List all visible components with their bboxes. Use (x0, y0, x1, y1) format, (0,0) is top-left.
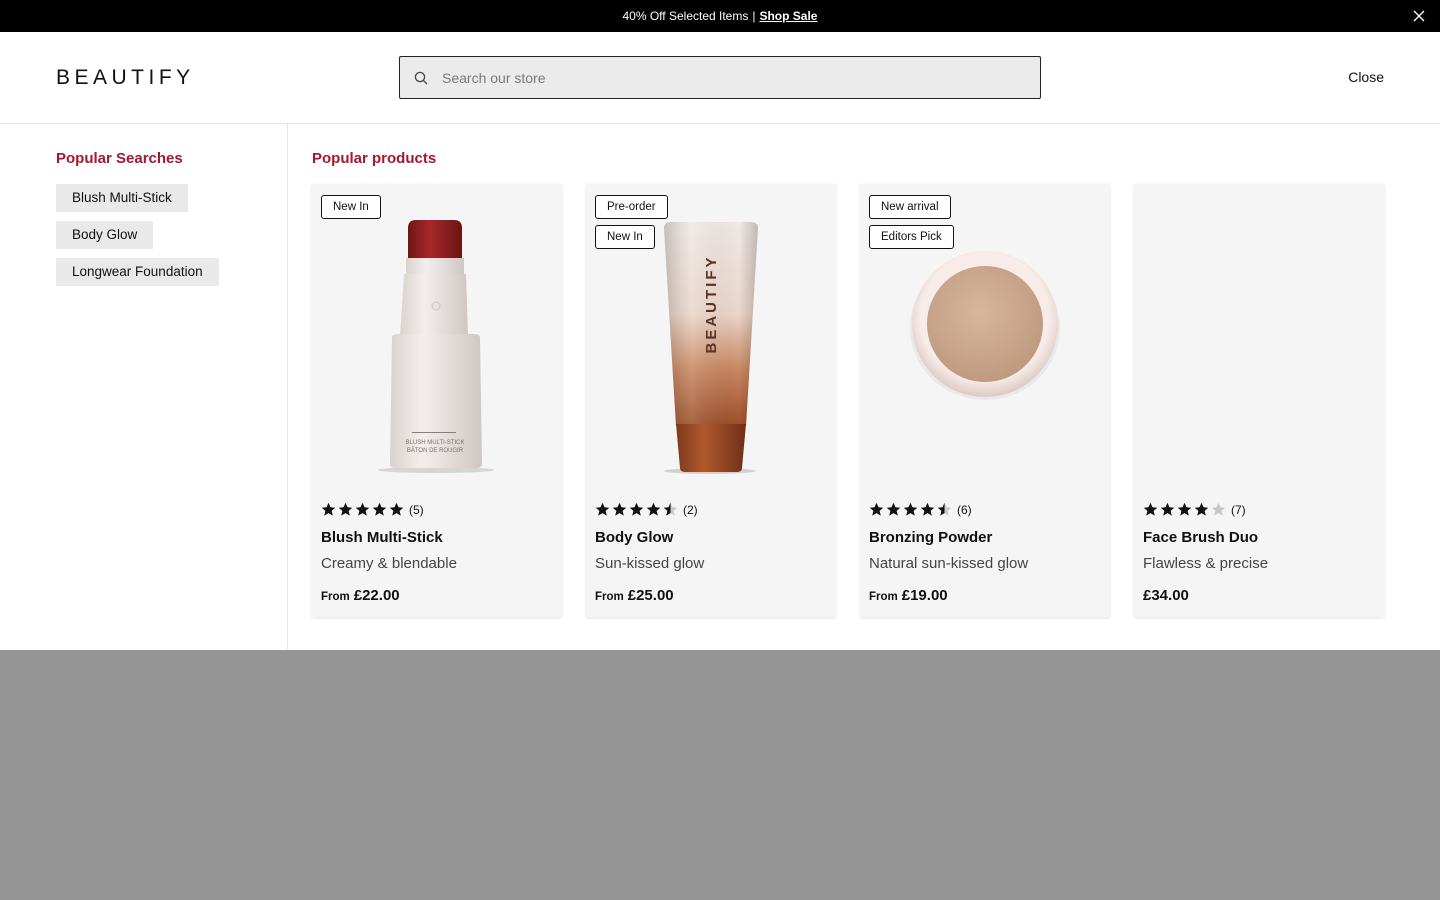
star-icon (338, 502, 353, 516)
search-chip[interactable]: Longwear Foundation (56, 258, 219, 286)
price-value: £25.00 (627, 587, 674, 604)
product-badge: Editors Pick (869, 225, 954, 249)
product-price: £34.00 (1143, 587, 1189, 604)
star-icon (903, 502, 918, 516)
star-icon (886, 502, 901, 516)
star-icon (355, 502, 370, 516)
star-icon (595, 502, 610, 516)
bronzing-compact-image (910, 251, 1060, 400)
svg-text:BÂTON DE ROUGIR: BÂTON DE ROUGIR (407, 447, 464, 454)
popular-products: Popular products New In BLUSH MULTI-STIC… (312, 124, 1392, 650)
logo[interactable]: BEAUTIFY (56, 66, 195, 90)
product-name[interactable]: Face Brush Duo (1143, 529, 1258, 546)
star-icon (629, 502, 644, 516)
product-tagline: Creamy & blendable (321, 555, 457, 572)
search-chip[interactable]: Body Glow (56, 221, 154, 249)
promo-text: 40% Off Selected Items (622, 9, 749, 23)
search-icon (414, 71, 428, 84)
rating: (2) (595, 502, 698, 517)
star-icon (389, 502, 404, 516)
promo-bar: 40% Off Selected Items | Shop Sale (0, 0, 1440, 32)
star-icon (646, 502, 661, 516)
star-icon (1194, 502, 1209, 516)
price-from-label: From (869, 591, 898, 603)
product-tagline: Flawless & precise (1143, 555, 1269, 572)
star-icon (321, 502, 336, 516)
svg-text:BEAUTIFY: BEAUTIFY (703, 255, 720, 354)
price-value: £34.00 (1143, 587, 1189, 604)
star-rating (869, 502, 952, 517)
product-badge: New arrival (869, 195, 951, 219)
product-badge: Pre-order (595, 195, 668, 219)
search-input[interactable] (442, 69, 1040, 86)
svg-text:BLUSH MULTI-STICK: BLUSH MULTI-STICK (406, 440, 465, 446)
header: BEAUTIFY Close (0, 32, 1440, 124)
review-count: (6) (957, 502, 972, 517)
rating: (7) (1143, 502, 1246, 517)
star-icon (372, 502, 387, 516)
price-from-label: From (595, 591, 624, 603)
star-icon (612, 502, 627, 516)
search-box[interactable] (399, 56, 1041, 99)
product-price: From £25.00 (595, 587, 674, 604)
star-icon (1211, 502, 1226, 516)
star-rating (1143, 502, 1226, 517)
rating: (5) (321, 502, 424, 517)
product-name[interactable]: Bronzing Powder (869, 529, 992, 546)
star-icon (1143, 502, 1158, 516)
product-card[interactable]: Pre-order New In BEAUTIFY (2) Body Glow … (586, 184, 836, 617)
star-icon (663, 502, 678, 516)
promo-separator: | (752, 9, 756, 23)
popular-searches-title: Popular Searches (56, 150, 183, 167)
price-from-label: From (321, 591, 350, 603)
price-value: £19.00 (901, 587, 948, 604)
product-badge: New In (595, 225, 655, 249)
product-card[interactable]: (7) Face Brush Duo Flawless & precise £3… (1134, 184, 1384, 617)
product-name[interactable]: Blush Multi-Stick (321, 529, 443, 546)
product-name[interactable]: Body Glow (595, 529, 673, 546)
star-rating (321, 502, 404, 517)
product-tagline: Sun-kissed glow (595, 555, 705, 572)
blush-stick-image: BLUSH MULTI-STICK BÂTON DE ROUGIR (378, 220, 494, 473)
product-badge: New In (321, 195, 381, 219)
body-glow-tube-image: BEAUTIFY (664, 222, 758, 474)
star-icon (937, 502, 952, 516)
star-icon (920, 502, 935, 516)
close-icon[interactable] (1412, 9, 1426, 23)
shop-sale-link[interactable]: Shop Sale (759, 9, 817, 23)
product-card[interactable]: New In BLUSH MULTI-STICK BÂTON DE ROUGIR… (312, 184, 562, 617)
star-icon (1177, 502, 1192, 516)
product-tagline: Natural sun-kissed glow (869, 555, 1029, 572)
rating: (6) (869, 502, 972, 517)
product-price: From £19.00 (869, 587, 948, 604)
review-count: (5) (409, 502, 424, 517)
close-button[interactable]: Close (1348, 69, 1384, 85)
star-icon (869, 502, 884, 516)
price-value: £22.00 (353, 587, 400, 604)
search-chip[interactable]: Blush Multi-Stick (56, 184, 188, 212)
review-count: (2) (683, 502, 698, 517)
search-panel: BEAUTIFY Close Popular Searches Blush Mu… (0, 32, 1440, 650)
product-card[interactable]: New arrival Editors Pick (6) Bronzing Po… (860, 184, 1110, 617)
review-count: (7) (1231, 502, 1246, 517)
star-icon (1160, 502, 1175, 516)
star-rating (595, 502, 678, 517)
popular-searches: Popular Searches Blush Multi-Stick Body … (0, 124, 288, 650)
product-price: From £22.00 (321, 587, 400, 604)
popular-products-title: Popular products (312, 150, 437, 167)
